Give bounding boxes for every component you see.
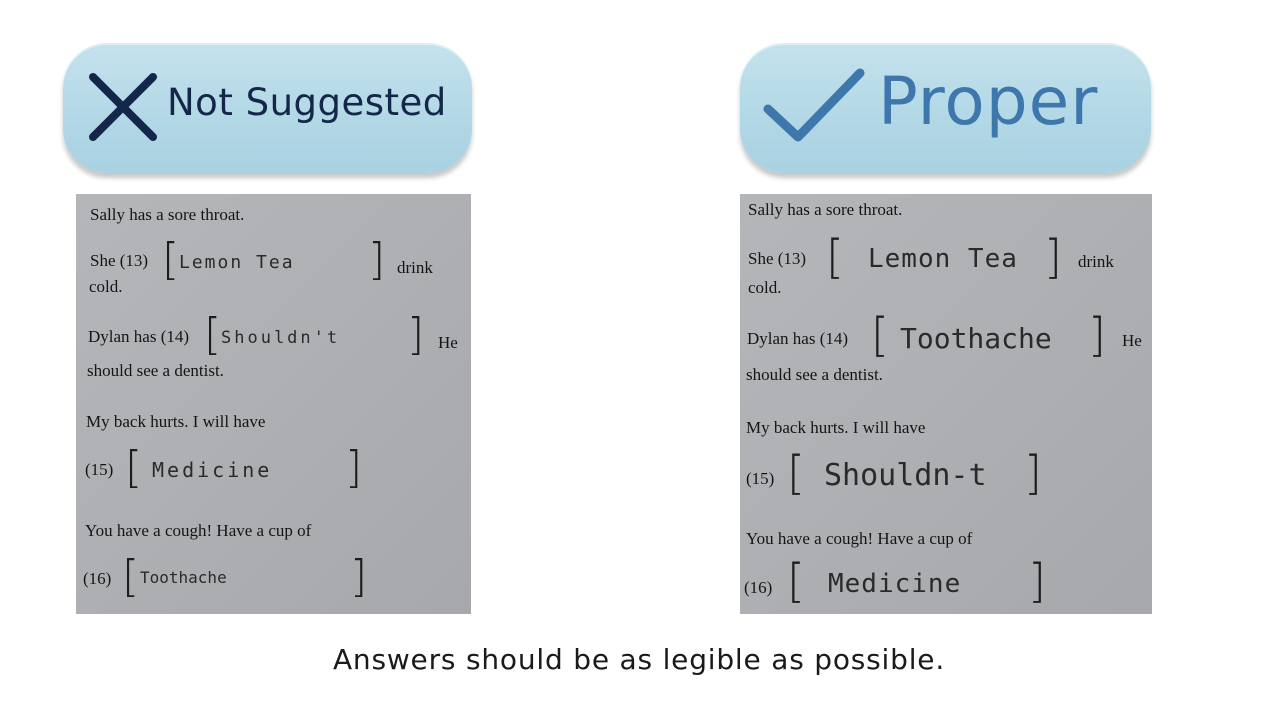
bracket-close: ] — [1028, 554, 1046, 608]
not-suggested-label: Not Suggested — [167, 81, 447, 124]
question-15-prefix: (15) — [746, 469, 775, 488]
question-14-prefix: Dylan has (14) — [747, 329, 849, 348]
worksheet-line: Sally has a sore throat. — [90, 205, 245, 224]
caption: Answers should be as legible as possible… — [332, 643, 946, 676]
bracket-close: ] — [345, 442, 363, 493]
question-14-line2: should see a dentist. — [87, 361, 224, 380]
question-15-line1: My back hurts. I will have — [746, 418, 926, 437]
worksheet-photo-not-suggested: Sally has a sore throat. She (13) [ Lemo… — [76, 194, 471, 614]
question-16-prefix: (16) — [744, 578, 773, 597]
answer-15: Medicine — [152, 458, 273, 482]
question-14-suffix: He — [1122, 331, 1142, 350]
bracket-close: ] — [350, 551, 368, 602]
answer-13: Lemon Tea — [868, 244, 1018, 274]
proper-label: Proper — [878, 63, 1099, 140]
bracket-open: [ — [787, 554, 805, 608]
worksheet-photo-proper: Sally has a sore throat. She (13) [ Lemo… — [740, 194, 1152, 614]
bracket-open: [ — [162, 234, 180, 285]
bracket-close: ] — [1044, 230, 1062, 284]
bracket-close: ] — [1024, 446, 1042, 500]
question-13-line2: cold. — [89, 277, 123, 296]
answer-16: Medicine — [828, 569, 962, 599]
bracket-open: [ — [125, 442, 143, 493]
bracket-open: [ — [204, 309, 222, 360]
question-13-suffix: drink — [1078, 252, 1114, 271]
bracket-open: [ — [871, 308, 889, 362]
answer-15: Shouldn-t — [824, 458, 987, 493]
question-13-prefix: She (13) — [90, 251, 149, 270]
question-13-suffix: drink — [397, 258, 433, 277]
bracket-close: ] — [407, 309, 425, 360]
answer-13: Lemon Tea — [179, 252, 295, 273]
question-15-prefix: (15) — [85, 460, 114, 479]
not-suggested-banner: Not Suggested — [63, 43, 472, 173]
question-14-suffix: He — [438, 333, 458, 352]
question-15-line1: My back hurts. I will have — [86, 412, 266, 431]
question-16-line1: You have a cough! Have a cup of — [85, 521, 312, 540]
answer-14: Shouldn't — [221, 328, 341, 348]
question-16-line1: You have a cough! Have a cup of — [746, 529, 973, 548]
bracket-close: ] — [368, 234, 386, 285]
bracket-open: [ — [787, 446, 805, 500]
worksheet-line: Sally has a sore throat. — [748, 200, 903, 219]
question-13-prefix: She (13) — [748, 249, 807, 268]
bracket-open: [ — [826, 230, 844, 284]
answer-16: Toothache — [140, 568, 227, 587]
x-mark-icon — [89, 73, 157, 141]
bracket-close: ] — [1088, 308, 1106, 362]
question-16-prefix: (16) — [83, 569, 112, 588]
question-14-prefix: Dylan has (14) — [88, 327, 190, 346]
question-13-line2: cold. — [748, 278, 782, 297]
proper-banner: Proper — [740, 43, 1151, 173]
answer-14: Toothache — [900, 322, 1052, 355]
bracket-open: [ — [122, 551, 140, 602]
question-14-line2: should see a dentist. — [746, 365, 883, 384]
check-mark-icon — [763, 68, 865, 142]
